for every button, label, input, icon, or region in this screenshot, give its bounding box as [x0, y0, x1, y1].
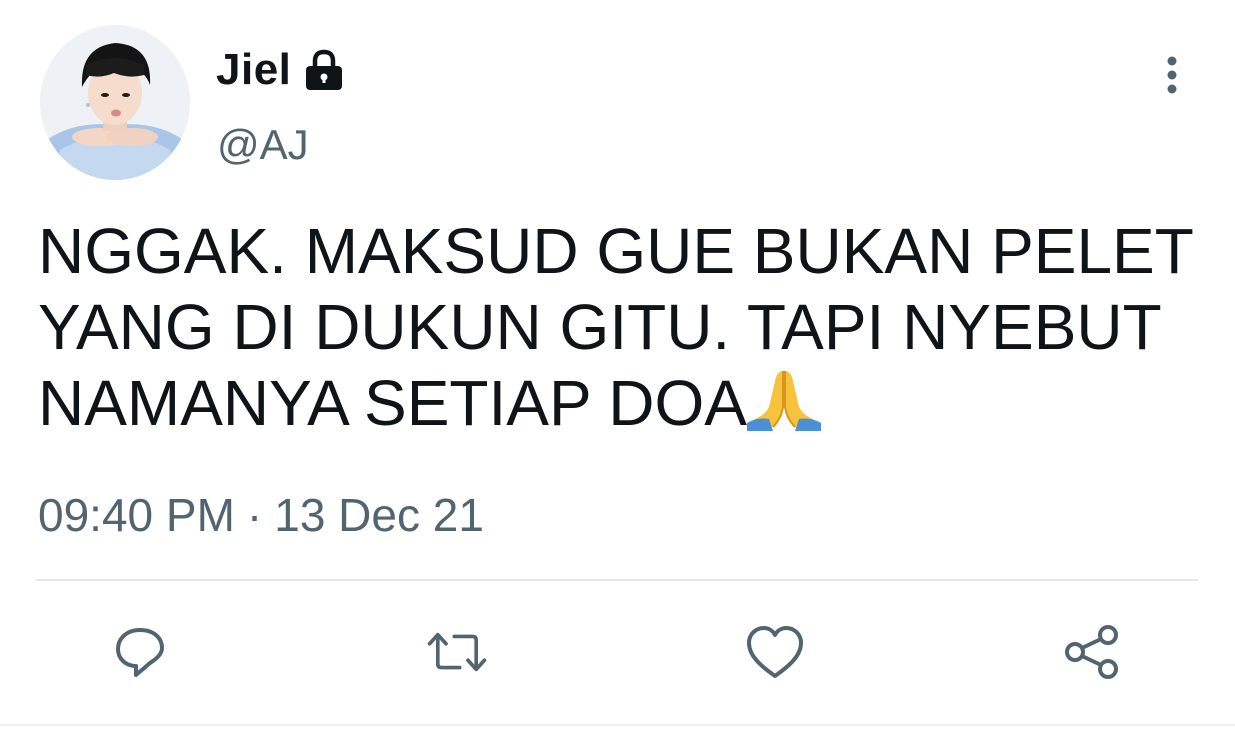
reply-button[interactable] — [108, 620, 172, 684]
retweet-button[interactable] — [425, 620, 489, 684]
folded-hands-icon — [746, 367, 821, 431]
bottom-divider — [0, 724, 1235, 726]
tweet-time: 09:40 PM — [38, 489, 235, 541]
share-icon — [1065, 625, 1118, 679]
tweet-card: Jiel @AJ NGGAK. MAKSUD GUE BUKAN PELET Y… — [0, 0, 1235, 744]
divider — [36, 579, 1198, 581]
tweet-timestamp[interactable]: 09:40 PM · 13 Dec 21 — [38, 488, 484, 542]
reply-icon — [116, 628, 164, 677]
more-vertical-icon — [1167, 56, 1177, 94]
lock-icon — [301, 47, 347, 93]
heart-icon — [747, 626, 803, 678]
tweet-text: NGGAK. MAKSUD GUE BUKAN PELET YANG DI DU… — [38, 213, 1208, 441]
more-options-button[interactable] — [1150, 52, 1194, 98]
tweet-text-content: NGGAK. MAKSUD GUE BUKAN PELET YANG DI DU… — [38, 215, 1194, 439]
like-button[interactable] — [743, 620, 807, 684]
separator-dot: · — [246, 489, 263, 541]
retweet-icon — [427, 632, 487, 672]
avatar-image — [40, 25, 190, 180]
tweet-date: 13 Dec 21 — [274, 489, 484, 541]
name-row: Jiel — [216, 40, 347, 100]
avatar[interactable] — [40, 25, 190, 180]
display-name[interactable]: Jiel — [216, 45, 291, 95]
user-handle[interactable]: @AJ — [217, 121, 309, 169]
share-button[interactable] — [1061, 620, 1125, 684]
